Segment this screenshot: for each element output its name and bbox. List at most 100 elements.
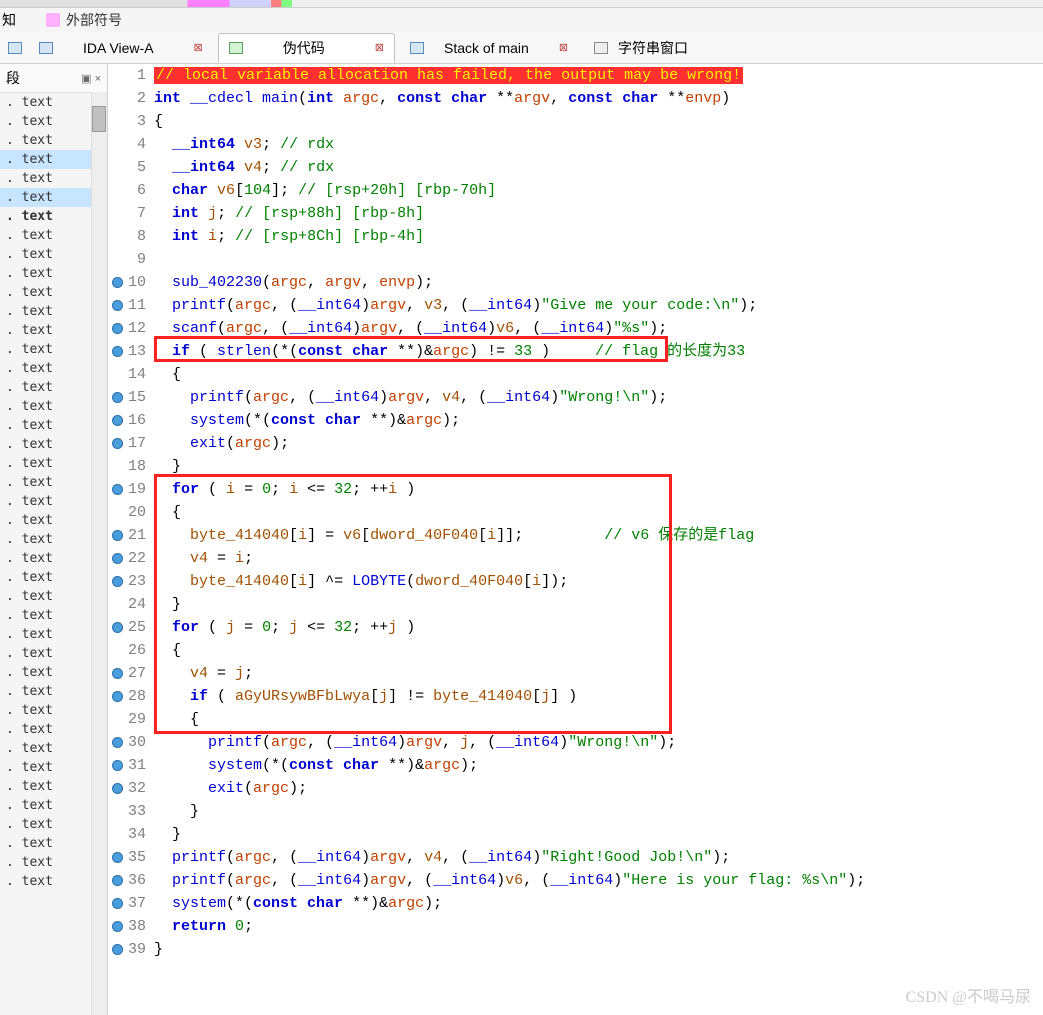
code-line[interactable]: 39}: [108, 938, 1043, 961]
code-view[interactable]: 1// local variable allocation has failed…: [108, 64, 1043, 1015]
code-line[interactable]: 38 return 0;: [108, 915, 1043, 938]
close-icon[interactable]: ⊠: [559, 41, 568, 54]
code-line[interactable]: 15 printf(argc, (__int64)argv, v4, (__in…: [108, 386, 1043, 409]
code-content[interactable]: v4 = j;: [152, 662, 1043, 685]
breakpoint-icon[interactable]: [112, 852, 123, 863]
code-line[interactable]: 16 system(*(const char **)&argc);: [108, 409, 1043, 432]
code-content[interactable]: {: [152, 363, 1043, 386]
code-content[interactable]: system(*(const char **)&argc);: [152, 892, 1043, 915]
close-icon[interactable]: ⊠: [375, 41, 384, 54]
code-content[interactable]: int __cdecl main(int argc, const char **…: [152, 87, 1043, 110]
code-line[interactable]: 11 printf(argc, (__int64)argv, v3, (__in…: [108, 294, 1043, 317]
code-line[interactable]: 29 {: [108, 708, 1043, 731]
code-content[interactable]: byte_414040[i] = v6[dword_40F040[i]]; //…: [152, 524, 1043, 547]
code-line[interactable]: 8 int i; // [rsp+8Ch] [rbp-4h]: [108, 225, 1043, 248]
breakpoint-icon[interactable]: [112, 875, 123, 886]
code-line[interactable]: 5 __int64 v4; // rdx: [108, 156, 1043, 179]
code-content[interactable]: scanf(argc, (__int64)argv, (__int64)v6, …: [152, 317, 1043, 340]
tab-strings[interactable]: 字符串窗口: [583, 33, 709, 63]
breakpoint-icon[interactable]: [112, 737, 123, 748]
code-content[interactable]: system(*(const char **)&argc);: [152, 409, 1043, 432]
code-content[interactable]: }: [152, 455, 1043, 478]
code-content[interactable]: byte_414040[i] ^= LOBYTE(dword_40F040[i]…: [152, 570, 1043, 593]
code-line[interactable]: 32 exit(argc);: [108, 777, 1043, 800]
close-icon[interactable]: ⊠: [194, 41, 203, 54]
code-line[interactable]: 1// local variable allocation has failed…: [108, 64, 1043, 87]
code-content[interactable]: exit(argc);: [152, 777, 1043, 800]
breakpoint-icon[interactable]: [112, 944, 123, 955]
code-content[interactable]: exit(argc);: [152, 432, 1043, 455]
tab-minimal-icon[interactable]: [4, 42, 26, 54]
sidebar-scrollbar[interactable]: [91, 92, 107, 1015]
code-content[interactable]: }: [152, 938, 1043, 961]
code-line[interactable]: 3{: [108, 110, 1043, 133]
code-content[interactable]: printf(argc, (__int64)argv, v4, (__int64…: [152, 386, 1043, 409]
code-content[interactable]: int j; // [rsp+88h] [rbp-8h]: [152, 202, 1043, 225]
breakpoint-icon[interactable]: [112, 760, 123, 771]
code-content[interactable]: }: [152, 800, 1043, 823]
breakpoint-icon[interactable]: [112, 622, 123, 633]
code-line[interactable]: 31 system(*(const char **)&argc);: [108, 754, 1043, 777]
code-line[interactable]: 26 {: [108, 639, 1043, 662]
code-line[interactable]: 28 if ( aGyURsywBFbLwya[j] != byte_41404…: [108, 685, 1043, 708]
code-line[interactable]: 20 {: [108, 501, 1043, 524]
breakpoint-icon[interactable]: [112, 277, 123, 288]
code-content[interactable]: }: [152, 823, 1043, 846]
code-content[interactable]: {: [152, 501, 1043, 524]
code-line[interactable]: 19 for ( i = 0; i <= 32; ++i ): [108, 478, 1043, 501]
tab-pseudocode[interactable]: 伪代码 ⊠: [218, 33, 395, 63]
tab-ida-view[interactable]: IDA View-A ⊠: [28, 35, 214, 61]
code-line[interactable]: 7 int j; // [rsp+88h] [rbp-8h]: [108, 202, 1043, 225]
code-line[interactable]: 12 scanf(argc, (__int64)argv, (__int64)v…: [108, 317, 1043, 340]
breakpoint-icon[interactable]: [112, 898, 123, 909]
code-line[interactable]: 6 char v6[104]; // [rsp+20h] [rbp-70h]: [108, 179, 1043, 202]
code-content[interactable]: printf(argc, (__int64)argv, (__int64)v6,…: [152, 869, 1043, 892]
code-content[interactable]: }: [152, 593, 1043, 616]
code-line[interactable]: 37 system(*(const char **)&argc);: [108, 892, 1043, 915]
code-content[interactable]: // local variable allocation has failed,…: [152, 64, 1043, 87]
code-content[interactable]: sub_402230(argc, argv, envp);: [152, 271, 1043, 294]
code-content[interactable]: printf(argc, (__int64)argv, v4, (__int64…: [152, 846, 1043, 869]
code-content[interactable]: int i; // [rsp+8Ch] [rbp-4h]: [152, 225, 1043, 248]
code-line[interactable]: 14 {: [108, 363, 1043, 386]
code-content[interactable]: char v6[104]; // [rsp+20h] [rbp-70h]: [152, 179, 1043, 202]
code-content[interactable]: system(*(const char **)&argc);: [152, 754, 1043, 777]
tab-stack[interactable]: Stack of main ⊠: [399, 35, 579, 61]
code-line[interactable]: 33 }: [108, 800, 1043, 823]
code-line[interactable]: 35 printf(argc, (__int64)argv, v4, (__in…: [108, 846, 1043, 869]
sidebar-toggle-icon[interactable]: ▣ ×: [81, 72, 101, 85]
code-content[interactable]: return 0;: [152, 915, 1043, 938]
code-line[interactable]: 2int __cdecl main(int argc, const char *…: [108, 87, 1043, 110]
code-content[interactable]: {: [152, 639, 1043, 662]
code-line[interactable]: 30 printf(argc, (__int64)argv, j, (__int…: [108, 731, 1043, 754]
breakpoint-icon[interactable]: [112, 415, 123, 426]
code-content[interactable]: __int64 v3; // rdx: [152, 133, 1043, 156]
code-line[interactable]: 24 }: [108, 593, 1043, 616]
scrollbar-thumb[interactable]: [92, 106, 106, 132]
code-line[interactable]: 10 sub_402230(argc, argv, envp);: [108, 271, 1043, 294]
breakpoint-icon[interactable]: [112, 530, 123, 541]
code-content[interactable]: if ( strlen(*(const char **)&argc) != 33…: [152, 340, 1043, 363]
breakpoint-icon[interactable]: [112, 346, 123, 357]
breakpoint-icon[interactable]: [112, 553, 123, 564]
breakpoint-icon[interactable]: [112, 300, 123, 311]
breakpoint-icon[interactable]: [112, 323, 123, 334]
code-content[interactable]: printf(argc, (__int64)argv, v3, (__int64…: [152, 294, 1043, 317]
code-line[interactable]: 25 for ( j = 0; j <= 32; ++j ): [108, 616, 1043, 639]
breakpoint-icon[interactable]: [112, 392, 123, 403]
breakpoint-icon[interactable]: [112, 484, 123, 495]
code-line[interactable]: 9: [108, 248, 1043, 271]
code-content[interactable]: {: [152, 110, 1043, 133]
code-content[interactable]: [152, 248, 1043, 271]
code-line[interactable]: 18 }: [108, 455, 1043, 478]
code-line[interactable]: 17 exit(argc);: [108, 432, 1043, 455]
breakpoint-icon[interactable]: [112, 783, 123, 794]
code-line[interactable]: 22 v4 = i;: [108, 547, 1043, 570]
code-content[interactable]: if ( aGyURsywBFbLwya[j] != byte_414040[j…: [152, 685, 1043, 708]
breakpoint-icon[interactable]: [112, 668, 123, 679]
code-line[interactable]: 34 }: [108, 823, 1043, 846]
code-line[interactable]: 4 __int64 v3; // rdx: [108, 133, 1043, 156]
code-content[interactable]: v4 = i;: [152, 547, 1043, 570]
code-content[interactable]: __int64 v4; // rdx: [152, 156, 1043, 179]
code-content[interactable]: {: [152, 708, 1043, 731]
